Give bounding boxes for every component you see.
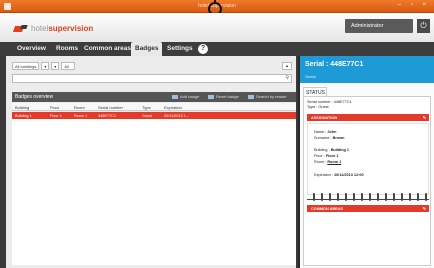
reader-icon	[248, 94, 254, 99]
reset-badge-icon	[208, 94, 214, 99]
floor-value: Floor 1	[325, 154, 339, 158]
assignation-title: ASSIGNATION	[311, 115, 338, 120]
cell-building: Building 1	[15, 113, 32, 118]
surname-line: Surname : Brown	[314, 136, 344, 140]
reset-badge-label: Reset badge	[216, 94, 239, 99]
user-dropdown[interactable]: Administrator	[345, 19, 413, 33]
name-label: Name :	[314, 130, 327, 134]
logo-text-hotel: hotel	[31, 24, 49, 33]
cell-floor: Floor 1	[50, 113, 62, 118]
floor-filter-arrow-icon[interactable]: ▾	[51, 62, 60, 70]
power-icon[interactable]: ⏻	[417, 19, 430, 33]
col-floor[interactable]: Floor	[50, 105, 59, 110]
app-logo: hotel supervision	[14, 24, 93, 33]
building-filter-arrow-icon[interactable]: ▾	[41, 62, 50, 70]
logo-mark-icon	[14, 25, 28, 33]
app-header: hotel supervision Administrator ⏻	[0, 13, 434, 42]
expiration-value: 20/11/2013 12:00	[334, 173, 364, 177]
grid-header: Badges overview Add badge Reset badge Se…	[12, 92, 296, 102]
room-line: Room : Room 1	[314, 160, 341, 164]
filter-row: All buildings ▾ ▾ All	[12, 62, 76, 70]
binder-ring-icon	[409, 193, 411, 201]
tab-common-areas[interactable]: Common areas	[80, 42, 135, 56]
tab-rooms[interactable]: Rooms	[52, 42, 82, 56]
collapse-filters-icon[interactable]: ▴	[282, 62, 292, 70]
binder-ring-icon	[313, 193, 315, 201]
col-building[interactable]: Building	[15, 105, 29, 110]
badge-detail-header: Serial : 448E77C1 Guest	[300, 56, 434, 83]
binder-rings	[307, 193, 429, 203]
binder-ring-icon	[425, 193, 427, 201]
search-input[interactable]: ⚲	[12, 74, 292, 83]
name-line: Name : John	[314, 130, 336, 134]
grid-body	[12, 119, 296, 265]
building-label: Building :	[314, 148, 330, 152]
floor-filter[interactable]: All	[61, 62, 76, 70]
binder-ring-icon	[385, 193, 387, 201]
building-filter[interactable]: All buildings	[12, 62, 40, 70]
col-expiration[interactable]: Expiration	[164, 105, 182, 110]
floor-line: Floor : Floor 1	[314, 154, 339, 158]
type-line: Type : Guest	[307, 105, 329, 109]
badge-detail-panel: Serial : 448E77C1 Guest STATUS Serial nu…	[300, 56, 434, 268]
building-value: Building 1	[330, 148, 350, 152]
edit-common-areas-icon[interactable]: ✎	[423, 206, 426, 211]
surname-value: Brown	[332, 136, 345, 140]
status-card: Serial number : 448E77C1 Type : Guest AS…	[303, 96, 431, 266]
badge-meta: Serial number : 448E77C1 Type : Guest	[307, 100, 352, 110]
add-badge-label: Add badge	[180, 94, 200, 99]
binder-ring-icon	[417, 193, 419, 201]
binder-ring-icon	[369, 193, 371, 201]
binder-ring-icon	[393, 193, 395, 201]
reset-badge-button[interactable]: Reset badge	[208, 94, 239, 99]
binder-ring-icon	[377, 193, 379, 201]
room-link[interactable]: Room 1	[327, 160, 341, 164]
help-icon[interactable]: ?	[198, 44, 208, 54]
col-serial-number[interactable]: Serial number	[98, 105, 123, 110]
badge-kind: Guest	[305, 74, 316, 79]
expiration-label: Expiration :	[314, 173, 333, 177]
common-areas-header: COMMON AREAS ✎	[307, 205, 429, 212]
main-nav: Overview Rooms Common areas Badges Setti…	[0, 42, 434, 56]
cell-serial: 448E77C1	[98, 113, 116, 118]
binder-ring-icon	[361, 193, 363, 201]
name-value: John	[327, 130, 337, 134]
binder-ring-icon	[321, 193, 323, 201]
floor-label: Floor :	[314, 154, 325, 158]
search-by-reader-button[interactable]: Search by reader	[248, 94, 287, 99]
common-areas-title: COMMON AREAS	[311, 206, 343, 211]
binder-ring-icon	[401, 193, 403, 201]
table-row[interactable]: Building 1 Floor 1 Room 1 448E77C1 Guest…	[12, 112, 296, 119]
add-badge-button[interactable]: Add badge	[172, 94, 199, 99]
cell-room: Room 1	[74, 113, 88, 118]
assignation-sheet: Name : John Surname : Brown Building : B…	[307, 123, 429, 195]
binder-ring-icon	[337, 193, 339, 201]
expiration-line: Expiration : 20/11/2013 12:00	[314, 173, 364, 177]
tab-settings[interactable]: Settings	[163, 42, 197, 56]
edit-assignation-icon[interactable]: ✎	[423, 115, 426, 120]
building-line: Building : Building 1	[314, 148, 349, 152]
search-by-reader-label: Search by reader	[256, 94, 287, 99]
tab-status[interactable]: STATUS	[303, 87, 327, 96]
cell-expiration: 20/11/2013 1...	[164, 113, 190, 118]
badge-serial-title: Serial : 448E77C1	[305, 61, 364, 68]
grid-column-headers: Building Floor Room Serial number Type E…	[12, 103, 296, 111]
badges-content: All buildings ▾ ▾ All ▴ ⚲ Badges overvie…	[6, 56, 296, 268]
tab-overview[interactable]: Overview	[13, 42, 50, 56]
col-type[interactable]: Type	[142, 105, 151, 110]
window-controls[interactable]: – ▫ ×	[398, 2, 430, 8]
col-room[interactable]: Room	[74, 105, 85, 110]
assignation-header: ASSIGNATION ✎	[307, 114, 429, 121]
binder-ring-icon	[353, 193, 355, 201]
search-icon[interactable]: ⚲	[285, 75, 289, 81]
tab-badges[interactable]: Badges	[131, 42, 163, 56]
binder-ring-icon	[329, 193, 331, 201]
add-badge-icon	[172, 94, 178, 99]
surname-label: Surname :	[314, 136, 332, 140]
grid-title: Badges overview	[15, 94, 54, 100]
room-label: Room :	[314, 160, 327, 164]
binder-ring-icon	[345, 193, 347, 201]
logo-text-supervision: supervision	[48, 24, 94, 33]
cell-type: Guest	[142, 113, 153, 118]
